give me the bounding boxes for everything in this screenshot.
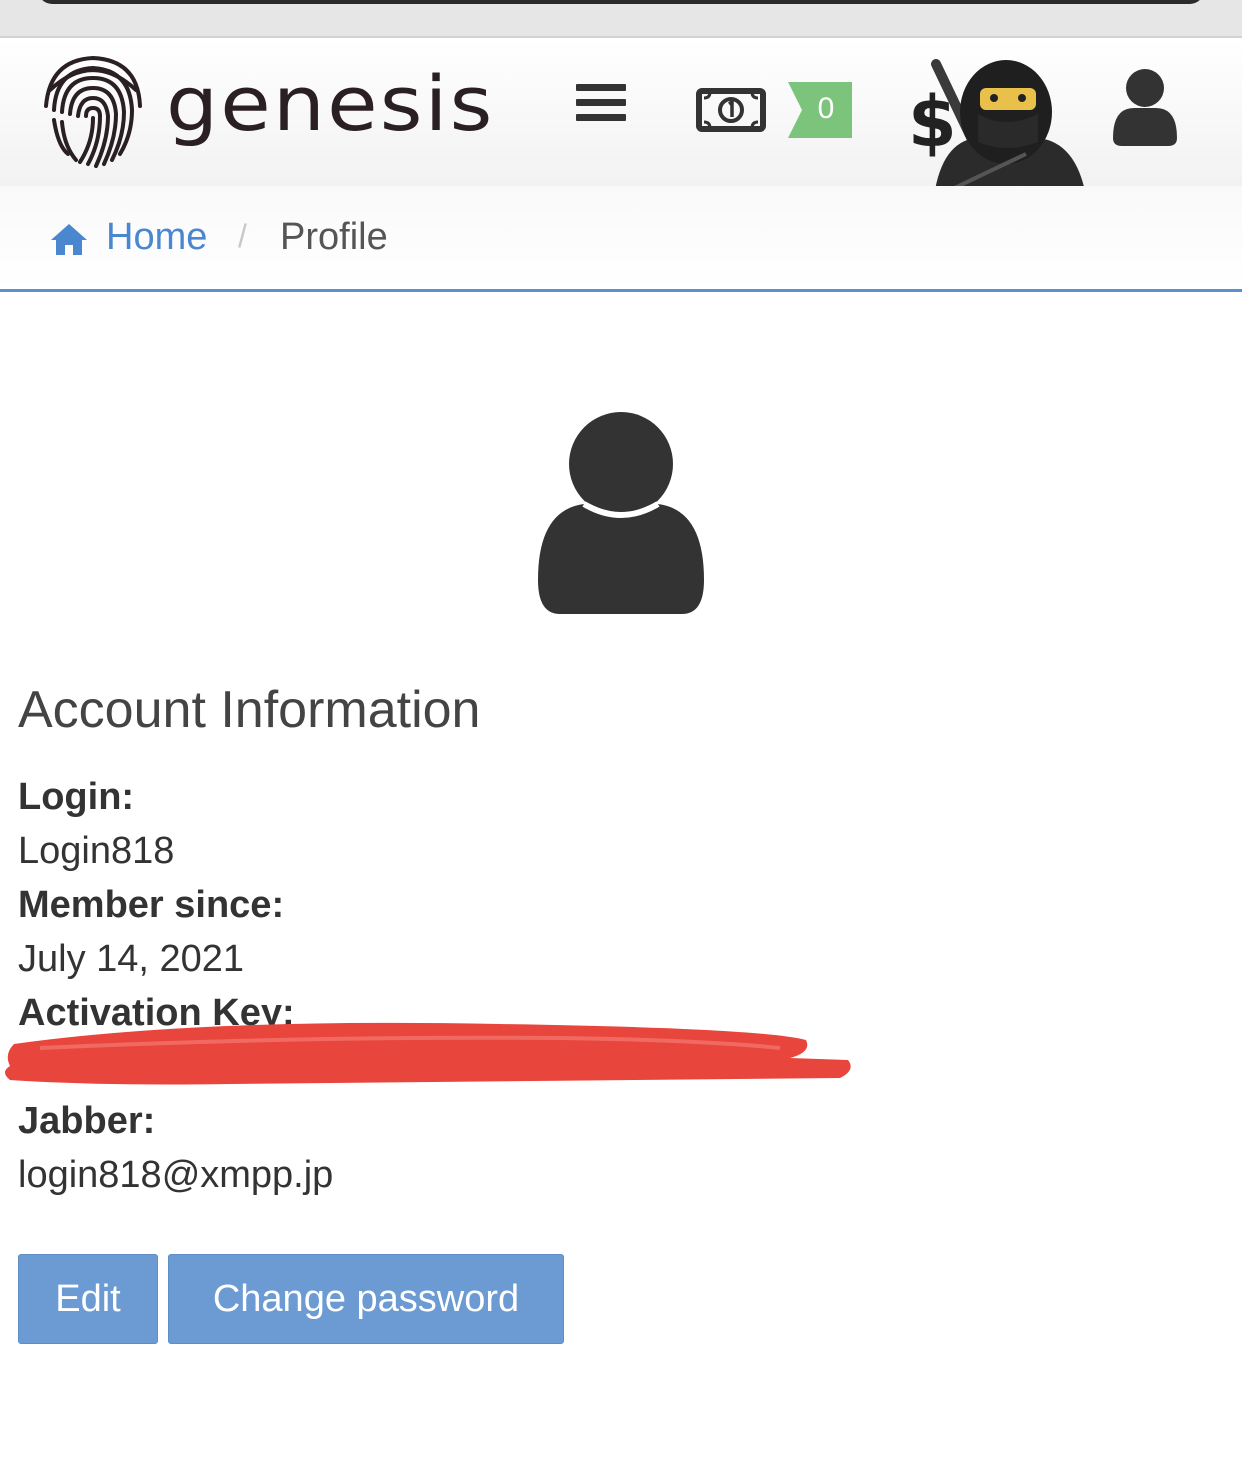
banknote-icon[interactable] xyxy=(696,88,766,132)
profile-avatar-icon xyxy=(534,410,708,616)
breadcrumb: Home / Profile xyxy=(0,186,1242,292)
breadcrumb-home-link[interactable]: Home xyxy=(106,216,207,259)
member-since-value: July 14, 2021 xyxy=(18,938,245,980)
browser-address-bar-edge xyxy=(38,0,1204,4)
fingerprint-logo-icon[interactable] xyxy=(40,50,146,168)
edit-button[interactable]: Edit xyxy=(18,1254,158,1344)
jabber-value: login818@xmpp.jp xyxy=(18,1154,334,1196)
redaction-scribble xyxy=(0,1008,860,1098)
ninja-mascot-icon: $ xyxy=(906,42,1096,196)
home-icon[interactable] xyxy=(50,222,88,256)
breadcrumb-current: Profile xyxy=(280,216,388,258)
jabber-label: Jabber: xyxy=(18,1100,156,1142)
breadcrumb-separator: / xyxy=(238,218,247,254)
balance-badge[interactable]: 0 xyxy=(788,82,852,138)
balance-value: 0 xyxy=(817,92,835,125)
brand-name[interactable]: genesis xyxy=(166,66,495,142)
account-information-heading: Account Information xyxy=(18,681,481,739)
top-navbar: genesis 0 $ xyxy=(0,38,1242,196)
member-since-label: Member since: xyxy=(18,884,285,926)
browser-top-strip xyxy=(0,0,1242,38)
login-label: Login: xyxy=(18,776,135,818)
login-value: Login818 xyxy=(18,830,175,872)
hamburger-menu-icon[interactable] xyxy=(576,84,626,124)
change-password-button[interactable]: Change password xyxy=(168,1254,564,1344)
user-icon[interactable] xyxy=(1110,68,1180,148)
